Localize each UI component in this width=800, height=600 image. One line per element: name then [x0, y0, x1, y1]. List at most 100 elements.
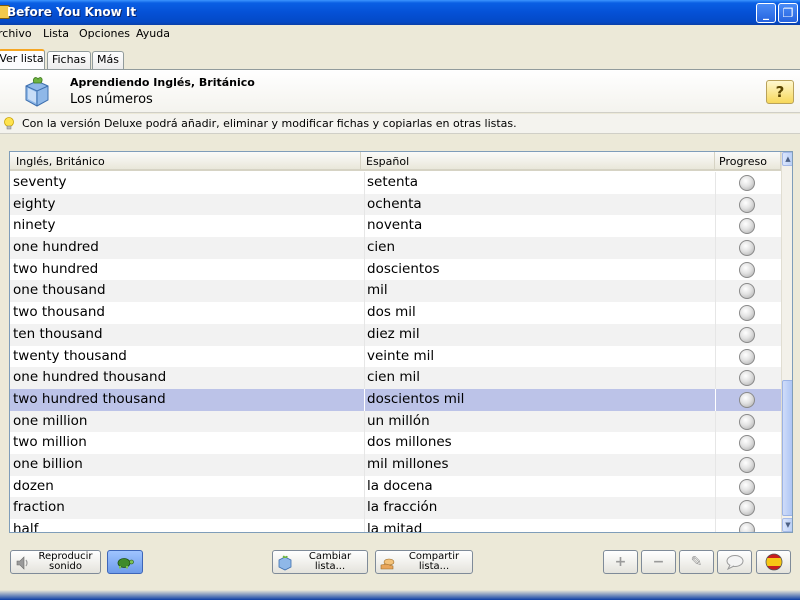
table-row[interactable]: one thousand mil — [10, 280, 781, 303]
english-cell: one million — [13, 412, 88, 429]
info-message: Con la versión Deluxe podrá añadir, elim… — [22, 117, 517, 130]
minimize-button[interactable]: _ — [756, 3, 776, 23]
play-sound-button[interactable]: Reproducir sonido — [10, 550, 101, 574]
english-cell: two million — [13, 434, 87, 451]
spanish-cell: setenta — [364, 172, 710, 194]
progress-indicator-icon — [739, 348, 755, 365]
table-row[interactable]: two hundred thousand doscientos mil — [10, 388, 781, 411]
progress-indicator-icon — [739, 283, 755, 300]
progress-indicator-icon — [739, 240, 755, 257]
menu-archivo[interactable]: rchivo — [0, 27, 32, 40]
english-cell: one billion — [13, 455, 83, 472]
spanish-cell: dos millones — [364, 432, 710, 454]
spanish-cell: doscientos mil — [364, 388, 710, 411]
progress-indicator-icon — [739, 305, 755, 322]
table-row[interactable]: one billion mil millones — [10, 453, 781, 476]
spanish-cell: cien mil — [364, 367, 710, 389]
progress-indicator-icon — [739, 218, 755, 235]
scroll-thumb[interactable] — [782, 380, 792, 516]
progress-cell — [715, 258, 781, 281]
table-row[interactable]: eighty ochenta — [10, 193, 781, 216]
speech-bubble-icon — [726, 555, 744, 570]
progress-indicator-icon — [739, 326, 755, 343]
progress-indicator-icon — [739, 435, 755, 452]
menu-bar: rchivo Lista Opciones Ayuda — [0, 25, 800, 43]
menu-opciones[interactable]: Opciones — [79, 27, 130, 40]
table-row[interactable]: one hundred cien — [10, 237, 781, 259]
tab-fichas[interactable]: Fichas — [47, 51, 91, 69]
menu-ayuda[interactable]: Ayuda — [136, 27, 170, 40]
help-button[interactable]: ? — [766, 80, 794, 104]
spanish-cell: la mitad — [364, 519, 710, 532]
table-body: seventy setenta eighty ochenta ninety noventa… — [10, 172, 781, 532]
table-row[interactable]: ten thousand diez mil — [10, 323, 781, 346]
column-header-progress[interactable]: Progreso — [715, 152, 781, 171]
spanish-cell: ochenta — [364, 193, 710, 216]
share-hand-icon — [380, 558, 395, 570]
pencil-icon: ✎ — [690, 554, 703, 570]
table-row[interactable]: one hundred thousand cien mil — [10, 367, 781, 389]
table-row[interactable]: dozen la docena — [10, 475, 781, 498]
spanish-cell: la docena — [364, 475, 710, 498]
progress-cell — [715, 302, 781, 324]
table-row[interactable]: fraction la fracción — [10, 497, 781, 519]
tab-ver-lista[interactable]: Ver lista — [0, 49, 45, 69]
progress-cell — [715, 280, 781, 303]
english-cell: twenty thousand — [13, 347, 127, 364]
english-cell: fraction — [13, 499, 65, 516]
tab-strip: Ver lista Fichas Más — [0, 49, 800, 69]
change-list-label: Cambiar lista... — [308, 551, 352, 572]
english-cell: one thousand — [13, 282, 106, 299]
spanish-cell: doscientos — [364, 258, 710, 281]
english-cell: one hundred thousand — [13, 369, 167, 386]
title-bar[interactable]: Before You Know It _ ❐ ✕ — [0, 0, 800, 25]
remove-card-button[interactable]: − — [641, 550, 676, 574]
english-cell: dozen — [13, 477, 54, 494]
table-row[interactable]: twenty thousand veinte mil — [10, 345, 781, 368]
progress-indicator-icon — [739, 196, 755, 213]
progress-indicator-icon — [739, 413, 755, 430]
progress-cell — [715, 410, 781, 433]
slow-speed-button[interactable] — [107, 550, 143, 574]
spanish-cell: diez mil — [364, 323, 710, 346]
column-header-spanish[interactable]: Español — [361, 152, 715, 171]
english-cell: two thousand — [13, 304, 105, 321]
edit-card-button[interactable]: ✎ — [679, 550, 714, 574]
progress-indicator-icon — [739, 370, 755, 387]
vertical-scrollbar[interactable]: ▲ ▼ — [781, 152, 792, 532]
english-cell: half — [13, 521, 39, 532]
menu-lista[interactable]: Lista — [43, 27, 69, 40]
progress-indicator-icon — [739, 261, 755, 278]
list-header: Aprendiendo Inglés, Británico Los número… — [0, 69, 800, 113]
language-flag-button[interactable] — [756, 550, 791, 574]
spanish-cell: dos mil — [364, 302, 710, 324]
progress-cell — [715, 367, 781, 389]
discuss-button[interactable] — [717, 550, 752, 574]
info-bar: Con la versión Deluxe podrá añadir, elim… — [0, 114, 800, 134]
column-header-english[interactable]: Inglés, Británico — [10, 152, 361, 171]
english-cell: ten thousand — [13, 325, 103, 342]
scroll-up-arrow-icon[interactable]: ▲ — [782, 152, 792, 166]
table-row[interactable]: one million un millón — [10, 410, 781, 433]
share-list-button[interactable]: Compartir lista... — [375, 550, 473, 574]
progress-cell — [715, 323, 781, 346]
table-row[interactable]: seventy setenta — [10, 172, 781, 194]
table-row[interactable]: half la mitad — [10, 519, 781, 532]
tab-mas[interactable]: Más — [92, 51, 124, 69]
table-row[interactable]: ninety noventa — [10, 215, 781, 238]
table-row[interactable]: two hundred doscientos — [10, 258, 781, 281]
window-bottom-edge — [0, 590, 800, 600]
spanish-cell: cien — [364, 237, 710, 259]
table-row[interactable]: two thousand dos mil — [10, 302, 781, 324]
scroll-down-arrow-icon[interactable]: ▼ — [782, 518, 792, 532]
table-row[interactable]: two million dos millones — [10, 432, 781, 454]
progress-cell — [715, 475, 781, 498]
english-cell: ninety — [13, 217, 56, 234]
add-card-button[interactable]: + — [603, 550, 638, 574]
spanish-cell: noventa — [364, 215, 710, 238]
maximize-button[interactable]: ❐ — [778, 3, 798, 23]
spanish-cell: mil millones — [364, 453, 710, 476]
progress-indicator-icon — [739, 522, 755, 532]
change-list-button[interactable]: Cambiar lista... — [272, 550, 368, 574]
spanish-cell: un millón — [364, 410, 710, 433]
